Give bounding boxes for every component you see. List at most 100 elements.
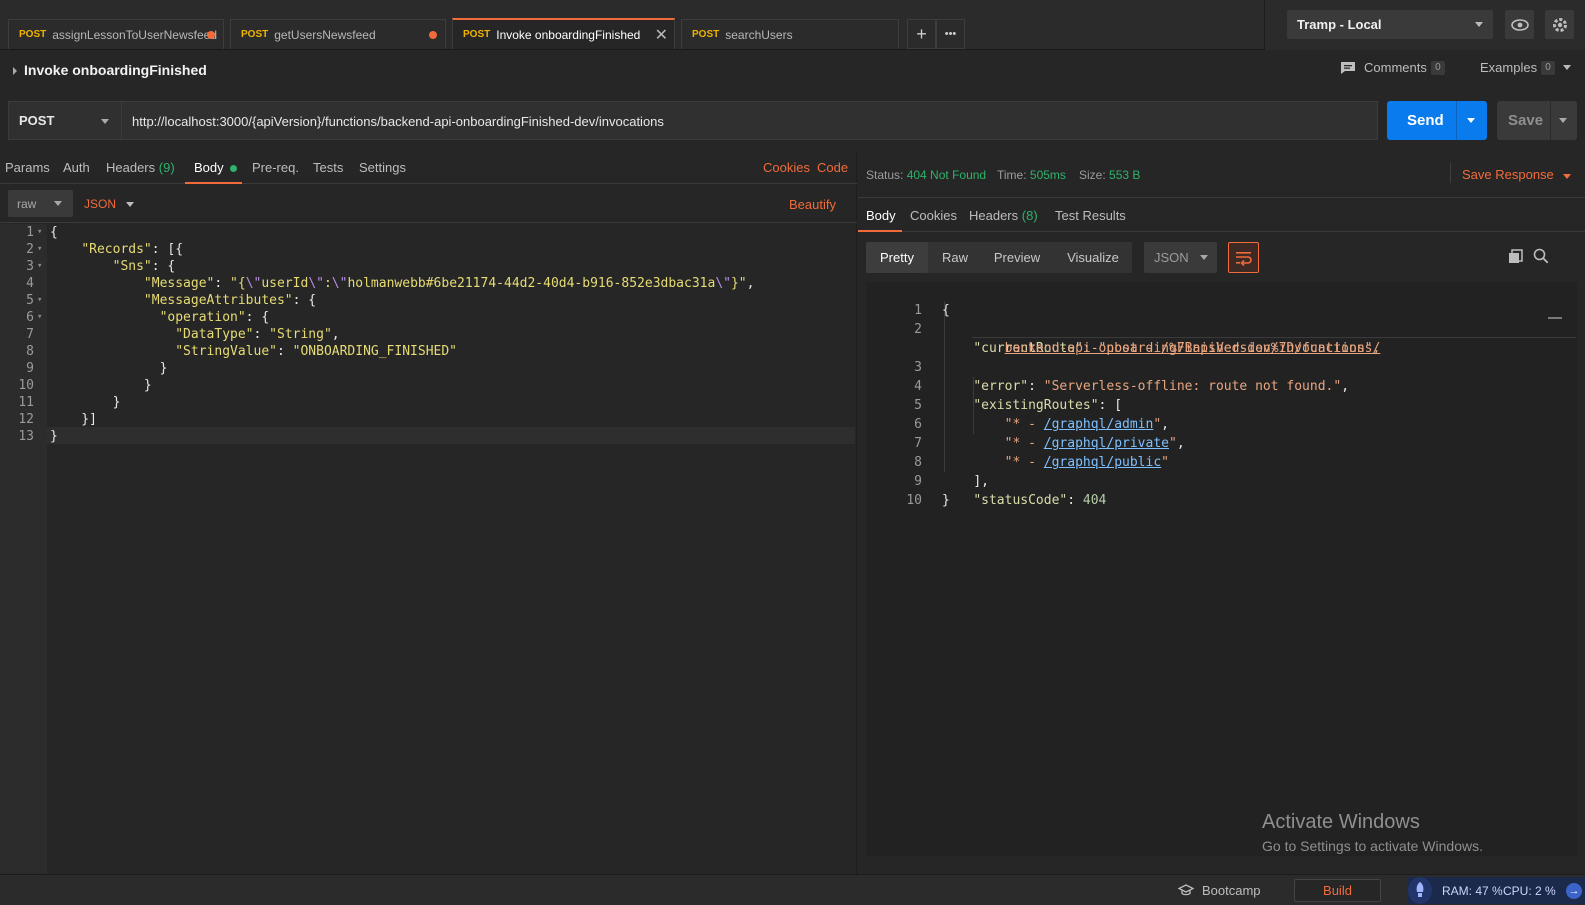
tab-test-results[interactable]: Test Results <box>1055 208 1126 223</box>
plus-icon: + <box>916 23 927 44</box>
close-icon[interactable]: ✕ <box>655 25 668 45</box>
tab-response-headers[interactable]: Headers (8) <box>969 208 1038 223</box>
time-value[interactable]: 505ms <box>1030 168 1066 182</box>
code-text: } <box>50 378 152 393</box>
code-text: }] <box>50 412 97 427</box>
response-body-viewer[interactable]: 1{ 2 "currentRoute": "post - /%7BapiVers… <box>866 282 1577 856</box>
response-line: 7 "* - /graphql/public" <box>914 436 1169 470</box>
beautify-link[interactable]: Beautify <box>789 197 836 212</box>
url-input[interactable]: http://localhost:3000/{apiVersion}/funct… <box>122 101 1378 140</box>
response-format-select[interactable]: JSON <box>1144 242 1217 273</box>
status-value[interactable]: 404 Not Found <box>907 168 986 182</box>
fold-arrow-icon[interactable]: ▾ <box>37 241 42 258</box>
route-link[interactable]: /graphql/admin <box>1044 417 1154 432</box>
code-text: "Sns": { <box>112 259 176 274</box>
route-link[interactable]: /graphql/private <box>1044 436 1169 451</box>
tab-settings[interactable]: Settings <box>359 160 406 175</box>
search-icon[interactable] <box>1533 248 1549 267</box>
status-label: Status: <box>866 168 904 182</box>
method-select[interactable]: POST <box>8 101 122 140</box>
tab-tests[interactable]: Tests <box>313 160 343 175</box>
tab-label: assignLessonToUserNewsfeed <box>52 27 217 42</box>
wrap-lines-button[interactable] <box>1228 242 1259 273</box>
divider <box>1550 101 1551 140</box>
comments-button[interactable]: Comments 0 <box>1340 60 1445 75</box>
code-text: } <box>50 361 168 376</box>
fold-arrow-icon[interactable]: ▾ <box>37 292 42 309</box>
view-raw[interactable]: Raw <box>930 242 980 273</box>
body-set-dot-icon <box>230 165 238 172</box>
environment-quick-look-button[interactable] <box>1505 10 1534 39</box>
view-preview[interactable]: Preview <box>982 242 1052 273</box>
response-line-wrapped: backend-api-onboardingFinished-dev/invoc… <box>1004 341 1381 356</box>
request-body-editor[interactable]: 1 ▾{2 ▾ "Records": [{3 ▾ "Sns": {4 "Message… <box>0 224 856 874</box>
body-mode-select[interactable]: raw <box>8 190 73 217</box>
gear-icon <box>1552 17 1567 32</box>
line-number: 4 <box>26 276 34 291</box>
tab-prereq[interactable]: Pre-req. <box>252 160 299 175</box>
request-tab[interactable]: POST getUsersNewsfeed <box>230 19 446 49</box>
bootcamp-label: Bootcamp <box>1202 883 1261 898</box>
line-number: 3 <box>26 259 34 274</box>
tab-method: POST <box>241 29 269 40</box>
save-response-button[interactable]: Save Response <box>1462 167 1572 182</box>
chevron-down-icon[interactable] <box>1559 118 1567 123</box>
body-format-select[interactable]: JSON <box>84 197 134 211</box>
wrapped-line-marker <box>972 319 1576 338</box>
tab-params[interactable]: Params <box>5 160 50 175</box>
code-text: } <box>50 429 58 444</box>
response-format-label: JSON <box>1154 250 1189 265</box>
tab-response-body[interactable]: Body <box>866 208 896 223</box>
request-tab[interactable]: POST assignLessonToUserNewsfeed <box>8 19 224 49</box>
response-line: 2 "currentRoute": "post - /%7BapiVersion… <box>914 322 1381 356</box>
cpu-usage: CPU: 2 % <box>1503 884 1556 898</box>
response-tabs: Body Cookies Headers (8) Test Results <box>858 199 1585 232</box>
request-tab[interactable]: POST searchUsers <box>681 19 899 49</box>
save-response-label: Save Response <box>1462 167 1554 182</box>
tab-response-cookies[interactable]: Cookies <box>910 208 957 223</box>
chevron-down-icon <box>1475 22 1483 27</box>
activate-windows-watermark: Activate Windows <box>1262 811 1420 833</box>
copy-icon[interactable] <box>1508 249 1523 267</box>
save-button[interactable]: Save <box>1497 101 1577 140</box>
tab-label: getUsersNewsfeed <box>274 27 376 42</box>
chevron-down-icon <box>54 201 62 206</box>
environment-select[interactable]: Tramp - Local <box>1287 10 1493 39</box>
size-label: Size: <box>1079 168 1106 182</box>
bootcamp-button[interactable]: Bootcamp <box>1177 883 1261 898</box>
request-subtabs: Params Auth Headers (9) Body Pre-req. Te… <box>0 151 857 184</box>
code-text: } <box>50 395 121 410</box>
tab-auth[interactable]: Auth <box>63 160 90 175</box>
tab-headers[interactable]: Headers (9) <box>106 160 175 175</box>
response-line: 3 "error": "Serverless-offline: route no… <box>914 360 1350 394</box>
request-name[interactable]: Invoke onboardingFinished <box>24 62 207 78</box>
line-number: 2 <box>26 242 34 257</box>
chevron-down-icon[interactable] <box>1467 118 1475 123</box>
tab-options-button[interactable]: ••• <box>936 19 965 49</box>
fold-arrow-icon[interactable]: ▾ <box>37 258 42 275</box>
request-tab-active[interactable]: POST Invoke onboardingFinished ✕ <box>452 18 675 49</box>
view-visualize[interactable]: Visualize <box>1054 242 1132 273</box>
fold-arrow-icon[interactable]: ▾ <box>37 224 42 241</box>
arrow-right-icon[interactable]: → <box>1566 883 1582 899</box>
send-button[interactable]: Send <box>1387 101 1487 140</box>
chevron-down-icon <box>101 119 109 124</box>
size-value[interactable]: 553 B <box>1109 168 1140 182</box>
new-tab-button[interactable]: + <box>907 19 936 49</box>
route-link[interactable]: /graphql/public <box>1044 455 1161 470</box>
cookies-link[interactable]: Cookies <box>763 160 810 175</box>
view-pretty[interactable]: Pretty <box>866 242 928 273</box>
save-label: Save <box>1508 112 1544 129</box>
fold-arrow-icon[interactable]: ▾ <box>37 309 42 326</box>
caret-right-icon[interactable] <box>13 67 17 75</box>
examples-button[interactable]: Examples 0 <box>1480 60 1572 75</box>
code-text: "operation": { <box>159 310 270 325</box>
response-line: 1{ <box>914 303 950 318</box>
comments-count: 0 <box>1430 60 1445 75</box>
active-line-highlight <box>47 427 855 444</box>
tab-body[interactable]: Body <box>194 160 238 175</box>
route-link[interactable]: backend-api-onboardingFinished-dev/invoc… <box>1005 341 1365 356</box>
build-button[interactable]: Build <box>1294 879 1381 902</box>
manage-environments-button[interactable] <box>1545 10 1574 39</box>
code-link[interactable]: Code <box>817 160 848 175</box>
